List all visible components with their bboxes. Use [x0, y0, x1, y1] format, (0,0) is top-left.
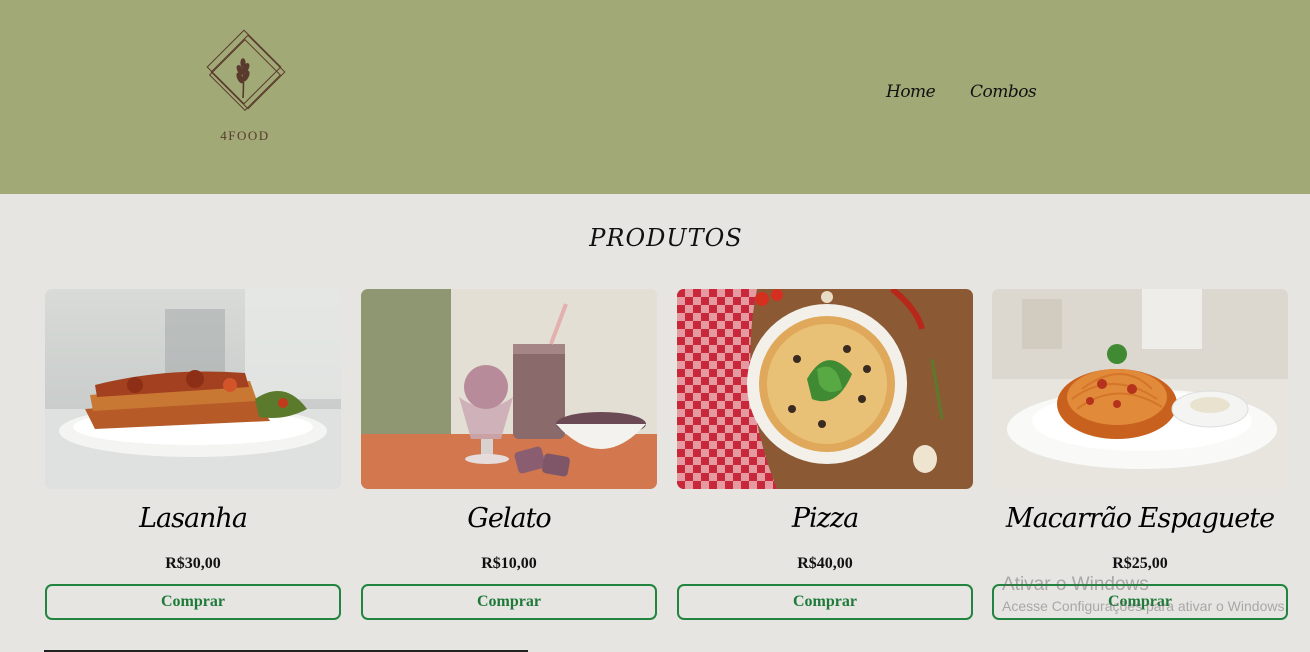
product-price: R$40,00	[797, 555, 853, 572]
product-name: Pizza	[791, 503, 859, 534]
lasagna-plate-image	[45, 289, 341, 489]
spaghetti-plate-image	[992, 289, 1288, 489]
product-name: Gelato	[467, 503, 551, 534]
brand-name: 4FOOD	[220, 128, 270, 143]
buy-button-pizza[interactable]: Comprar	[677, 584, 973, 620]
brand-logo[interactable]: 4FOOD	[200, 28, 290, 148]
product-image-pizza[interactable]	[677, 289, 973, 489]
nav-link-home[interactable]: Home	[886, 82, 936, 102]
wheat-sprig-diamond-icon	[206, 29, 286, 112]
section-title: PRODUTOS	[589, 224, 743, 252]
buy-button-lasanha[interactable]: Comprar	[45, 584, 341, 620]
product-price: R$10,00	[481, 555, 537, 572]
ice-cream-desserts-image	[361, 289, 657, 489]
product-image-gelato[interactable]	[361, 289, 657, 489]
product-card-gelato: Gelato R$10,00 Comprar	[361, 289, 657, 621]
product-card-pizza: Pizza R$40,00 Comprar	[677, 289, 973, 621]
product-image-lasanha[interactable]	[45, 289, 341, 489]
product-price: R$25,00	[1112, 555, 1168, 572]
buy-button-gelato[interactable]: Comprar	[361, 584, 657, 620]
product-name: Lasanha	[139, 503, 248, 534]
product-card-lasanha: Lasanha R$30,00 Comprar	[45, 289, 341, 621]
site-header: 4FOOD Home Combos	[0, 0, 1310, 194]
nav-link-combos[interactable]: Combos	[970, 82, 1037, 102]
product-image-macarrao-espaguete[interactable]	[992, 289, 1288, 489]
pizza-on-table-image	[677, 289, 973, 489]
product-name: Macarrão Espaguete	[1005, 503, 1275, 534]
product-price: R$30,00	[165, 555, 221, 572]
buy-button-macarrao-espaguete[interactable]: Comprar	[992, 584, 1288, 620]
product-card-macarrao-espaguete: Macarrão Espaguete R$25,00 Comprar	[992, 289, 1288, 621]
